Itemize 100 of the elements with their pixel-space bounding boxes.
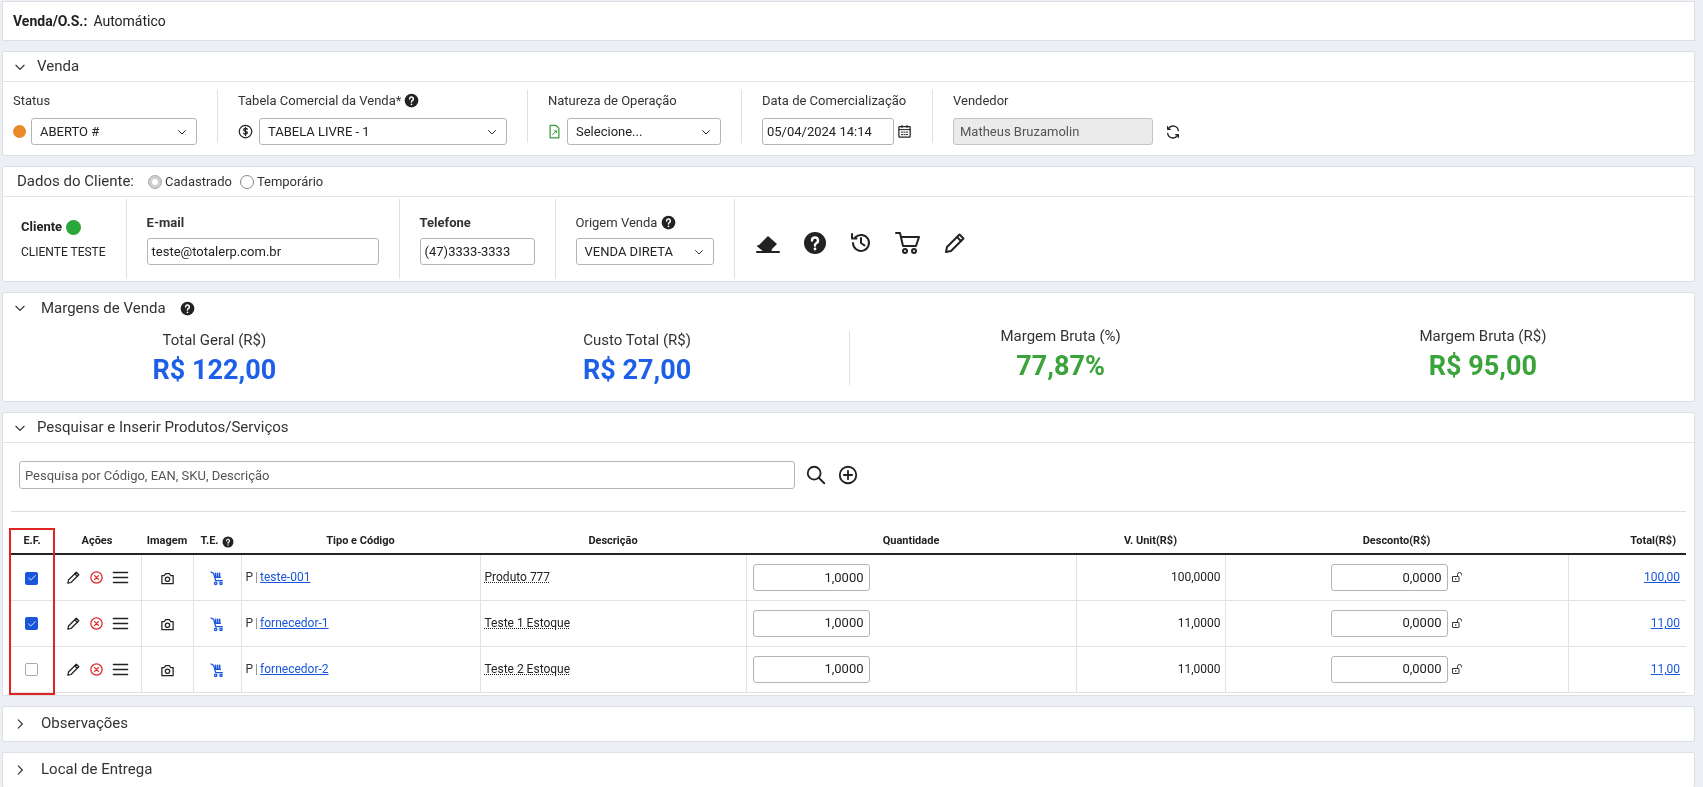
field-label: Natureza de Operação [548, 91, 677, 110]
check-icon [26, 618, 37, 629]
select-field[interactable]: TABELA LIVRE - 1 [259, 118, 507, 145]
product-code-link[interactable]: fornecedor-1 [260, 614, 329, 632]
checkbox[interactable] [25, 617, 39, 631]
pencil-icon [942, 231, 967, 255]
checkbox[interactable] [25, 571, 39, 585]
metric-label: Total Geral (R$) [162, 329, 267, 351]
menu-icon [111, 569, 129, 585]
unit-price: 11,0000 [1177, 616, 1221, 630]
radio-label[interactable]: Temporário [256, 171, 324, 192]
unit-price: 100,0000 [1170, 570, 1221, 585]
field-label: Tabela Comercial da Venda* [238, 91, 402, 110]
field-label: E-mail [146, 213, 185, 232]
column-header: Ações [81, 534, 113, 548]
metric-label: Margem Bruta (%) [1000, 325, 1121, 347]
cart-icon [209, 570, 225, 587]
section-title[interactable]: Local de Entrega [41, 758, 153, 781]
quantity-field[interactable]: 1,0000 [752, 609, 870, 637]
select-field[interactable]: Selecione... [567, 118, 721, 145]
search-icon [805, 464, 827, 486]
item-type: P [245, 661, 254, 678]
product-code-link[interactable]: teste-001 [260, 568, 311, 587]
calendar-icon [897, 124, 912, 139]
select-field[interactable]: VENDA DIRETA [575, 238, 714, 266]
date-field[interactable]: 05/04/2024 14:14 [762, 118, 894, 145]
metric-value: R$ 27,00 [583, 353, 692, 388]
select-field[interactable]: ABERTO # [31, 118, 197, 145]
field-label: Vendedor [953, 91, 1009, 110]
cart-icon [894, 231, 921, 255]
discount-field[interactable]: 0,0000 [1330, 609, 1448, 637]
column-header: E.F. [23, 534, 41, 548]
client-name: CLIENTE TESTE [21, 243, 106, 261]
section-title[interactable]: Pesquisar e Inserir Produtos/Serviços [37, 416, 289, 439]
field-value: Automático [93, 11, 166, 31]
help-icon [221, 535, 234, 548]
help-icon [661, 215, 677, 230]
plus-circle-icon [837, 464, 859, 486]
pencil-icon [65, 615, 81, 631]
column-header: Imagem [146, 534, 188, 548]
search-field[interactable]: Pesquisa por Código, EAN, SKU, Descrição [19, 461, 795, 489]
column-header: Quantidade [882, 534, 940, 548]
total-link[interactable]: 11,00 [1650, 616, 1680, 630]
remove-icon [88, 569, 104, 585]
metric-value: R$ 122,00 [152, 353, 277, 388]
field-label: Origem Venda [575, 213, 658, 232]
metric-label: Margem Bruta (R$) [1419, 325, 1547, 347]
pencil-icon [65, 569, 81, 585]
discount-field[interactable]: 0,0000 [1330, 563, 1448, 591]
remove-icon [88, 615, 104, 631]
radio-button[interactable] [148, 174, 162, 189]
cart-icon [209, 615, 225, 632]
total-link[interactable]: 11,00 [1650, 662, 1680, 676]
product-code-link[interactable]: fornecedor-2 [260, 660, 329, 678]
item-type: P [245, 615, 254, 632]
unlock-icon [1450, 617, 1463, 629]
field-label: Telefone [419, 213, 471, 232]
remove-icon [88, 661, 104, 677]
section-title[interactable]: Observações [41, 712, 129, 735]
phone-field[interactable]: (47)3333-3333 [419, 238, 535, 266]
menu-icon [111, 615, 129, 631]
unlock-icon [1450, 663, 1463, 675]
column-header: Desconto(R$) [1362, 534, 1431, 548]
field-label: Data de Comercialização [762, 91, 907, 110]
quantity-field[interactable]: 1,0000 [752, 655, 870, 683]
discount-field[interactable]: 0,0000 [1330, 655, 1448, 683]
section-title[interactable]: Venda [37, 55, 80, 78]
cart-icon [209, 661, 225, 678]
unit-price: 11,0000 [1177, 662, 1221, 676]
menu-icon [111, 661, 129, 677]
section-title: Dados do Cliente: [17, 171, 134, 193]
document-icon [548, 124, 561, 139]
metric-label: Custo Total (R$) [583, 329, 691, 351]
column-header: V. Unit(R$) [1123, 534, 1178, 548]
product-description: Produto 777 [484, 570, 551, 585]
camera-icon [159, 662, 175, 677]
seller-field[interactable]: Matheus Bruzamolin [953, 118, 1153, 145]
field-label: Venda/O.S.: [13, 11, 88, 31]
pencil-icon [65, 661, 81, 677]
radio-button[interactable] [239, 174, 254, 189]
help-icon [802, 231, 827, 255]
metric-value: R$ 95,00 [1428, 349, 1537, 384]
item-type: P [245, 569, 254, 587]
dollar-circle-icon [238, 124, 253, 139]
refresh-icon [1165, 123, 1181, 140]
total-link[interactable]: 100,00 [1643, 570, 1680, 585]
camera-icon [159, 616, 175, 631]
product-description: Teste 1 Estoque [484, 616, 571, 630]
check-icon [26, 573, 37, 584]
quantity-field[interactable]: 1,0000 [752, 563, 870, 591]
checkbox[interactable] [25, 663, 39, 677]
unlock-icon [1450, 571, 1463, 584]
section-title[interactable]: Margens de Venda [41, 296, 166, 320]
column-header: Total(R$) [1630, 534, 1676, 548]
column-header: Descrição [588, 534, 638, 548]
email-field[interactable]: teste@totalerp.com.br [146, 238, 379, 266]
column-header: T.E. [200, 533, 219, 550]
field-label: Status [13, 91, 51, 110]
history-icon [848, 231, 873, 255]
radio-label[interactable]: Cadastrado [165, 171, 232, 192]
